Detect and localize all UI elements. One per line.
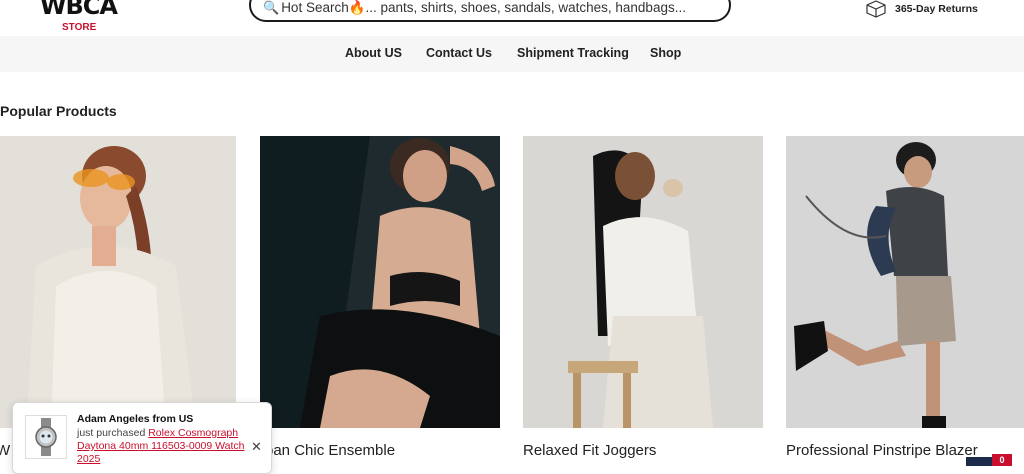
logo-subtext: STORE [62,22,97,33]
product-image[interactable] [0,136,236,428]
product-image[interactable] [260,136,500,428]
returns-info[interactable]: 365-Day Returns [866,0,978,18]
purchase-text: just purchased Rolex Cosmograph Daytona … [77,427,253,466]
nav-shop[interactable]: Shop [650,46,681,60]
main-nav: About US Contact Us Shipment Tracking Sh… [0,36,1024,72]
buyer-name: Adam Angeles from US [77,413,194,425]
product-card[interactable]: rban Chic Ensemble [260,136,500,466]
recent-purchase-popup[interactable]: Adam Angeles from US just purchased Role… [12,402,272,474]
box-icon [866,0,886,18]
cart-bar[interactable] [966,457,992,466]
product-image[interactable] [786,136,1024,428]
nav-about-us[interactable]: About US [345,46,402,60]
purchase-prefix: just purchased [77,427,149,439]
nav-contact-us[interactable]: Contact Us [426,46,492,60]
product-card[interactable]: Professional Pinstripe Blazer [786,136,1024,466]
site-header: WBCA STORE 🔍 Hot Search🔥... pants, shirt… [0,0,1024,36]
product-name[interactable]: W [0,442,10,459]
watch-thumbnail[interactable] [25,415,67,459]
product-image[interactable] [523,136,763,428]
magnifier-icon: 🔍 [263,0,280,15]
product-name[interactable]: Professional Pinstripe Blazer [786,442,978,459]
section-title: Popular Products [0,103,117,119]
search-placeholder: Hot Search🔥... pants, shirts, shoes, san… [281,0,686,15]
product-name[interactable]: Relaxed Fit Joggers [523,442,656,459]
close-icon[interactable]: ✕ [251,439,262,455]
product-card[interactable]: Relaxed Fit Joggers [523,136,763,466]
store-logo[interactable]: WBCA STORE [40,0,120,36]
cart-count-badge[interactable]: 0 [992,454,1012,466]
search-bar[interactable]: 🔍 Hot Search🔥... pants, shirts, shoes, s… [249,0,731,22]
nav-shipment-tracking[interactable]: Shipment Tracking [517,46,629,60]
product-name[interactable]: rban Chic Ensemble [260,442,395,459]
logo-text: WBCA [40,0,118,20]
returns-label: 365-Day Returns [895,3,978,15]
